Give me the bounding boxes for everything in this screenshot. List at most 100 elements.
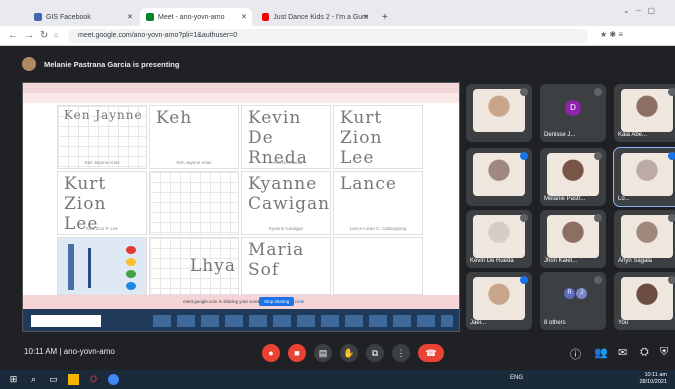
participant-name: Kevin De Rueda bbox=[470, 258, 514, 264]
back-icon[interactable]: ← bbox=[8, 30, 18, 41]
participant-name: You bbox=[618, 320, 629, 326]
stop-sharing-button[interactable]: Stop sharing bbox=[259, 297, 295, 306]
chat-icon[interactable]: ✉ bbox=[618, 346, 627, 359]
shared-address-bar bbox=[23, 93, 459, 103]
participant-tile[interactable]: Melanie Pastr... bbox=[540, 148, 606, 206]
close-icon[interactable]: ✕ bbox=[241, 13, 247, 21]
close-icon[interactable]: ✕ bbox=[363, 13, 369, 21]
info-icon[interactable]: ⓘ bbox=[570, 346, 581, 362]
shared-browser-tabs bbox=[23, 83, 459, 93]
clock-time: 10:11 am bbox=[644, 372, 667, 378]
clock-date: 28/10/2021 bbox=[639, 379, 667, 385]
participant-name: 8 others bbox=[544, 320, 566, 326]
camera-off-icon[interactable]: ■ bbox=[288, 344, 306, 362]
participant-tile[interactable]: D Denisse J... bbox=[540, 84, 606, 142]
mic-muted-icon bbox=[668, 214, 675, 222]
avatar bbox=[22, 57, 36, 71]
search-icon[interactable]: ⌕ bbox=[28, 374, 39, 385]
tab-youtube[interactable]: Just Dance Kids 2 - I'm a Gum ✕ bbox=[256, 8, 374, 26]
participant-tile[interactable]: RJ 8 others bbox=[540, 272, 606, 330]
present-icon[interactable]: ⧉ bbox=[366, 344, 384, 362]
participant-video bbox=[472, 214, 526, 259]
youtube-icon bbox=[262, 13, 270, 21]
url-input[interactable]: meet.google.com/ano-yovn-amo?pli=1&authu… bbox=[68, 29, 588, 43]
task-view-icon[interactable]: ▭ bbox=[48, 374, 59, 385]
activities-icon[interactable]: ⛭ bbox=[640, 346, 649, 359]
forward-icon[interactable]: → bbox=[24, 30, 34, 41]
browser-tab-bar: GIS Facebook ✕ Meet - ano-yovn-amo ✕ Jus… bbox=[0, 0, 675, 26]
opera-icon[interactable]: O bbox=[88, 374, 99, 385]
participant-tile[interactable]: Kaia Abe... bbox=[614, 84, 675, 142]
participant-video bbox=[472, 276, 526, 321]
mic-muted-icon bbox=[594, 88, 602, 96]
shared-taskbar-apps bbox=[153, 315, 453, 327]
tab-meet[interactable]: Meet - ano-yovn-amo ✕ bbox=[140, 8, 252, 26]
drawing-cell bbox=[57, 237, 147, 295]
participant-name: Lo... bbox=[618, 196, 630, 202]
mic-active-icon bbox=[668, 152, 675, 160]
drawing-dot bbox=[126, 258, 136, 266]
meet-control-bar: 10:11 AM | ano-yovn-amo ● ■ ▤ ✋ ⧉ ⋮ ☎ ⓘ … bbox=[0, 336, 675, 370]
participant-name: Jaei... bbox=[470, 320, 487, 326]
chrome-icon[interactable] bbox=[108, 374, 119, 385]
participant-video bbox=[546, 152, 600, 197]
name-cell bbox=[149, 171, 239, 235]
mic-muted-icon bbox=[594, 152, 602, 160]
mic-off-icon[interactable]: ● bbox=[262, 344, 280, 362]
participant-name: Kaia Abe... bbox=[618, 132, 648, 138]
people-icon[interactable]: 👥 bbox=[594, 346, 608, 359]
end-call-button[interactable]: ☎ bbox=[418, 344, 444, 362]
mic-muted-icon bbox=[668, 276, 675, 284]
participant-video bbox=[620, 152, 674, 197]
facebook-icon bbox=[34, 13, 42, 21]
mic-muted-icon bbox=[668, 88, 675, 96]
avatar: D bbox=[565, 100, 581, 116]
name-cell: Kyanne Cawigan Kyanne Cawigan bbox=[241, 171, 331, 235]
more-options-icon[interactable]: ⋮ bbox=[392, 344, 410, 362]
meet-icon bbox=[146, 13, 154, 21]
participant-tile[interactable]: Jaei... bbox=[466, 272, 532, 330]
mic-active-icon bbox=[520, 276, 528, 284]
reload-icon[interactable]: ↻ bbox=[40, 30, 48, 41]
avatar: R bbox=[564, 288, 575, 299]
tab-label: Meet - ano-yovn-amo bbox=[158, 13, 225, 21]
close-icon[interactable]: ✕ bbox=[127, 13, 133, 21]
window-controls[interactable]: ⌄ – ▢ bbox=[623, 6, 655, 15]
name-cell: Lance Lance Loran C. Cabanglong bbox=[333, 171, 423, 235]
participant-tile[interactable]: Kevin De Rueda bbox=[466, 210, 532, 268]
mic-muted-icon bbox=[520, 88, 528, 96]
name-cell: Lhya bbox=[149, 237, 239, 295]
captions-icon[interactable]: ▤ bbox=[314, 344, 332, 362]
tab-facebook[interactable]: GIS Facebook ✕ bbox=[28, 8, 138, 26]
participant-tile[interactable] bbox=[466, 84, 532, 142]
file-explorer-icon[interactable] bbox=[68, 374, 79, 385]
host-controls-icon[interactable]: ⛨ bbox=[660, 346, 668, 359]
meeting-time-code: 10:11 AM | ano-yovn-amo bbox=[24, 347, 115, 356]
participant-tile[interactable]: Jhon Kalel... bbox=[540, 210, 606, 268]
participant-video bbox=[620, 276, 674, 321]
hide-button[interactable]: Hide bbox=[295, 299, 304, 304]
new-tab-button[interactable]: + bbox=[376, 8, 390, 26]
participant-video bbox=[472, 88, 526, 133]
shared-taskbar bbox=[23, 309, 459, 331]
participant-video bbox=[620, 214, 674, 259]
tab-label: GIS Facebook bbox=[46, 13, 91, 21]
share-notice: meet.google.com is sharing your screen bbox=[183, 299, 263, 304]
extensions-icon[interactable]: ★ ✱ ≡ bbox=[600, 30, 623, 39]
address-bar: ← → ↻ ⌂ meet.google.com/ano-yovn-amo?pli… bbox=[0, 26, 675, 46]
tray-lang: ENG bbox=[510, 375, 524, 381]
presenter-banner: Melanie Pastrana Garcia is presenting bbox=[22, 56, 179, 72]
home-icon[interactable]: ⌂ bbox=[54, 32, 58, 39]
participant-tile[interactable]: Lo... bbox=[613, 147, 675, 207]
mic-active-icon bbox=[520, 152, 528, 160]
participant-tile[interactable]: Arlyn Sagala bbox=[614, 210, 675, 268]
name-cell: Kurt Zion Lee bbox=[333, 105, 423, 169]
windows-start-icon[interactable]: ⊞ bbox=[8, 374, 19, 385]
participant-name: Denisse J... bbox=[544, 132, 576, 138]
participant-tile[interactable] bbox=[466, 148, 532, 206]
shared-screen[interactable]: Ken Jaynne Ken Jaynne Arias Keh Ken Jayn… bbox=[22, 82, 460, 332]
participant-tile[interactable]: You bbox=[614, 272, 675, 330]
drawing-stroke bbox=[68, 244, 74, 290]
shared-search-box bbox=[31, 315, 101, 327]
raise-hand-icon[interactable]: ✋ bbox=[340, 344, 358, 362]
